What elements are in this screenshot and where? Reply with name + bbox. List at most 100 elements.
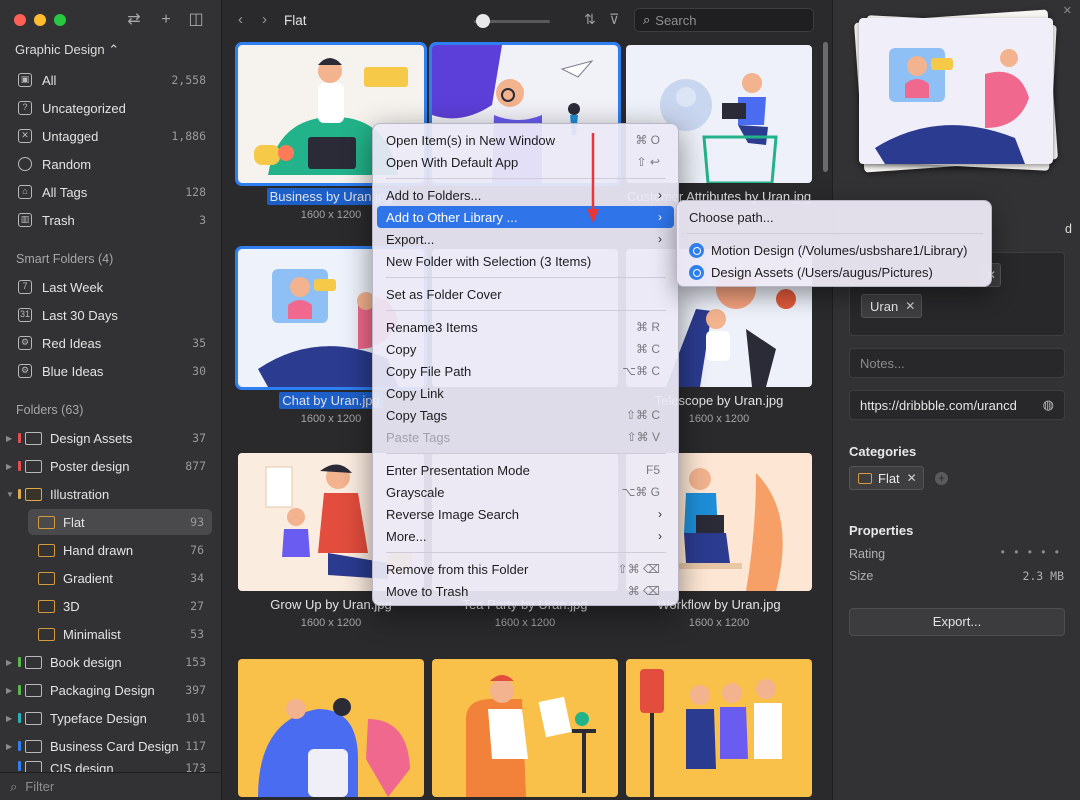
menu-item-remove-from-folder[interactable]: Remove from this Folder ⇧⌘ ⌫ [377,558,674,580]
sidebar-toggle-icon[interactable]: ◫ [186,10,206,30]
disclosure-open-icon[interactable]: ▼ [6,490,14,499]
menu-item-copy[interactable]: Copy ⌘ C [377,338,674,360]
menu-item-grayscale[interactable]: Grayscale ⌥⌘ G [377,481,674,503]
menu-item-copy-link[interactable]: Copy Link [377,382,674,404]
close-inspector-icon[interactable]: ✕ [1063,4,1072,17]
menu-item-open-default-app[interactable]: Open With Default App ⇧ ↩ [377,151,674,173]
globe-icon[interactable]: ◍ [1043,397,1054,413]
forward-icon[interactable]: › [262,11,267,28]
sidebar-item-count: 93 [190,515,204,529]
disclosure-icon[interactable]: ▶ [6,462,14,471]
color-marker [18,713,21,723]
properties-heading: Properties [849,523,914,538]
thumbnail-yellow-1[interactable] [238,659,424,797]
disclosure-icon[interactable]: ▶ [6,714,14,723]
plus-icon[interactable]: + [156,10,176,30]
url-field[interactable]: https://dribbble.com/urancd ◍ [849,390,1065,420]
sidebar-item-all[interactable]: ▣ All 2,558 [8,67,214,93]
disclosure-icon[interactable]: ▶ [6,742,14,751]
menu-item-add-to-folders[interactable]: Add to Folders... › [377,184,674,206]
folder-flat[interactable]: Flat 93 [28,509,212,535]
disclosure-icon[interactable]: ▶ [6,686,14,695]
add-category-icon[interactable]: + [935,472,948,485]
library-submenu: Choose path... Motion Design (/Volumes/u… [676,200,992,287]
sidebar-item-label: Minimalist [63,626,121,642]
sidebar-item-untagged[interactable]: ✕ Untagged 1,886 [8,123,214,149]
preview-image[interactable] [859,18,1053,164]
folder-icon [38,543,55,557]
folder-gradient[interactable]: Gradient 34 [28,565,212,591]
window-close-button[interactable] [14,14,26,26]
tag-chip-uran[interactable]: Uran ✕ [861,294,923,318]
submenu-library-design-assets[interactable]: Design Assets (/Users/augus/Pictures) [681,261,987,283]
sidebar-item-label: Hand drawn [63,542,134,558]
smart-folder-last-week[interactable]: 7 Last Week [8,274,214,300]
folder-poster-design[interactable]: ▶ Poster design 877 [6,453,214,479]
menu-item-rename[interactable]: Rename3 Items ⌘ R [377,316,674,338]
smart-folder-last-30-days[interactable]: 31 Last 30 Days [8,302,214,328]
size-label: Size [849,569,874,583]
remove-category-icon[interactable]: ✕ [907,471,917,485]
remove-tag-icon[interactable]: ✕ [905,299,915,313]
category-chip-flat[interactable]: Flat ✕ [849,466,924,490]
folder-business-card-design[interactable]: ▶ Business Card Design 117 [6,733,214,759]
smart-folder-icon: ⚙ [18,364,32,378]
sidebar-item-count: 397 [185,683,206,697]
smart-folders-heading[interactable]: Smart Folders (4) [16,252,113,266]
filter-input[interactable]: Filter [25,779,54,794]
sort-icon[interactable]: ⇅ [584,11,596,28]
menu-item-set-folder-cover[interactable]: Set as Folder Cover [377,283,674,305]
folder-book-design[interactable]: ▶ Book design 153 [6,649,214,675]
menu-item-presentation-mode[interactable]: Enter Presentation Mode F5 [377,459,674,481]
thumbnail-yellow-3[interactable] [626,659,812,797]
disclosure-icon[interactable]: ▶ [6,434,14,443]
folder-minimalist[interactable]: Minimalist 53 [28,621,212,647]
search-input[interactable]: ⌕ Search [634,8,814,32]
folder-design-assets[interactable]: ▶ Design Assets 37 [6,425,214,451]
sidebar-item-trash[interactable]: ▥ Trash 3 [8,207,214,233]
submenu-choose-path[interactable]: Choose path... [681,206,987,228]
menu-item-reverse-image-search[interactable]: Reverse Image Search › [377,503,674,525]
swap-icon[interactable]: ⇄ [124,10,144,30]
submenu-library-motion-design[interactable]: Motion Design (/Volumes/usbshare1/Librar… [681,239,987,261]
library-switcher[interactable]: Graphic Design ⌃ [15,42,119,58]
sidebar-item-label: Uncategorized [42,100,126,116]
folder-hand-drawn[interactable]: Hand drawn 76 [28,537,212,563]
disclosure-icon[interactable]: ▶ [6,658,14,667]
sidebar-item-label: 3D [63,598,80,614]
export-button[interactable]: Export... [849,608,1065,636]
folder-3d[interactable]: 3D 27 [28,593,212,619]
folder-illustration[interactable]: ▼ Illustration [6,481,214,507]
folder-packaging-design[interactable]: ▶ Packaging Design 397 [6,677,214,703]
menu-item-copy-file-path[interactable]: Copy File Path ⌥⌘ C [377,360,674,382]
color-marker [18,461,21,471]
menu-item-copy-tags[interactable]: Copy Tags ⇧⌘ C [377,404,674,426]
menu-item-add-to-other-library[interactable]: Add to Other Library ... › [377,206,674,228]
filter-bar[interactable]: ⌕ Filter [0,772,222,800]
menu-item-move-to-trash[interactable]: Move to Trash ⌘ ⌫ [377,580,674,602]
back-icon[interactable]: ‹ [238,11,243,28]
scrollbar[interactable] [823,42,828,172]
menu-item-new-folder-with-selection[interactable]: New Folder with Selection (3 Items) [377,250,674,272]
folders-heading[interactable]: Folders (63) [16,403,83,417]
filter-icon[interactable]: ⊽ [609,11,619,28]
menu-item-export[interactable]: Export... › [377,228,674,250]
menu-item-more[interactable]: More... › [377,525,674,547]
sidebar-item-all-tags[interactable]: ⌂ All Tags 128 [8,179,214,205]
rating-stars[interactable]: • • • • • [1001,545,1062,559]
zoom-slider-knob[interactable] [476,14,490,28]
folder-typeface-design[interactable]: ▶ Typeface Design 101 [6,705,214,731]
smart-folder-blue-ideas[interactable]: ⚙ Blue Ideas 30 [8,358,214,384]
window-minimize-button[interactable] [34,14,46,26]
menu-item-open-new-window[interactable]: Open Item(s) in New Window ⌘ O [377,129,674,151]
categories-heading: Categories [849,444,917,459]
folder-icon [38,627,55,641]
notes-field[interactable]: Notes... [849,348,1065,378]
sidebar-item-uncategorized[interactable]: ? Uncategorized [8,95,214,121]
smart-folder-red-ideas[interactable]: ⚙ Red Ideas 35 [8,330,214,356]
thumbnail-yellow-2[interactable] [432,659,618,797]
menu-separator [386,310,666,311]
sidebar-item-random[interactable]: Random [8,151,214,177]
sidebar-item-label: Random [42,156,92,172]
window-zoom-button[interactable] [54,14,66,26]
